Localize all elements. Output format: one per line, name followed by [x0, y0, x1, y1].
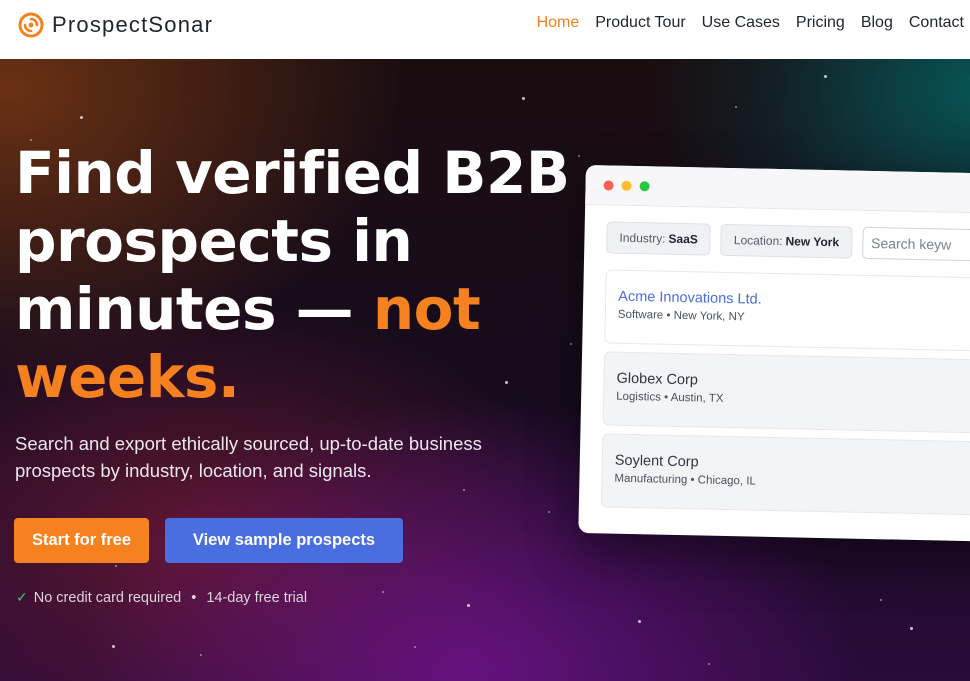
filter-value: New York: [785, 234, 840, 250]
trust-separator: •: [191, 589, 197, 606]
brand-name: ProspectSonar: [52, 12, 214, 37]
company-meta: Software • New York, NY: [617, 308, 745, 324]
headline-highlight-not: not: [372, 275, 481, 343]
top-nav: ProspectSonar Home Product Tour Use Case…: [0, 0, 970, 59]
window-titlebar: [585, 165, 970, 215]
nav-product-tour[interactable]: Product Tour: [595, 14, 685, 32]
nav-blog[interactable]: Blog: [861, 14, 893, 32]
result-row[interactable]: Soylent Corp Manufacturing • Chicago, IL: [600, 433, 970, 516]
start-free-button[interactable]: Start for free: [14, 518, 149, 563]
keyword-search-input[interactable]: Search keyw: [861, 226, 970, 262]
window-close-dot-icon: [603, 179, 614, 191]
check-icon: ✓: [16, 589, 28, 605]
filter-chip-location[interactable]: Location: New York: [720, 223, 853, 259]
headline-line-3: minutes —: [15, 275, 373, 343]
nav-pricing[interactable]: Pricing: [796, 14, 845, 32]
filter-value: SaaS: [668, 231, 699, 247]
window-minimize-dot-icon: [621, 180, 632, 191]
nav-use-cases[interactable]: Use Cases: [702, 14, 780, 32]
result-row[interactable]: Acme Innovations Ltd. Software • New Yor…: [604, 269, 970, 352]
app-preview-window: Industry: SaaS Location: New York Search…: [578, 165, 970, 543]
filter-bar: Industry: SaaS Location: New York Search…: [606, 221, 970, 262]
result-row[interactable]: Globex Corp Logistics • Austin, TX: [602, 351, 970, 434]
company-meta: Manufacturing • Chicago, IL: [614, 472, 757, 488]
trust-no-credit-card: No credit card required: [33, 589, 182, 606]
headline-highlight-weeks: weeks.: [15, 343, 240, 411]
main-menu: Home Product Tour Use Cases Pricing Blog…: [537, 14, 964, 32]
trust-line: ✓ No credit card required • 14-day free …: [16, 589, 307, 606]
hero-headline: Find verified B2B prospects in minutes —…: [15, 139, 575, 411]
window-maximize-dot-icon: [639, 180, 650, 191]
view-sample-prospects-button[interactable]: View sample prospects: [165, 518, 403, 563]
headline-line-2: prospects in: [15, 207, 413, 275]
brand-logo[interactable]: ProspectSonar: [16, 10, 213, 40]
nav-home[interactable]: Home: [537, 14, 580, 32]
filter-chip-industry[interactable]: Industry: SaaS: [606, 221, 712, 256]
company-meta: Logistics • Austin, TX: [616, 390, 724, 405]
headline-line-1: Find verified B2B: [15, 139, 570, 207]
nav-contact[interactable]: Contact: [909, 14, 964, 32]
filter-key: Location:: [733, 233, 783, 249]
sonar-logo-icon: [18, 12, 44, 38]
filter-key: Industry:: [619, 230, 666, 246]
hero-section: Find verified B2B prospects in minutes —…: [0, 59, 970, 681]
hero-subheadline: Search and export ethically sourced, up-…: [15, 433, 482, 481]
trust-free-trial: 14-day free trial: [206, 589, 308, 606]
